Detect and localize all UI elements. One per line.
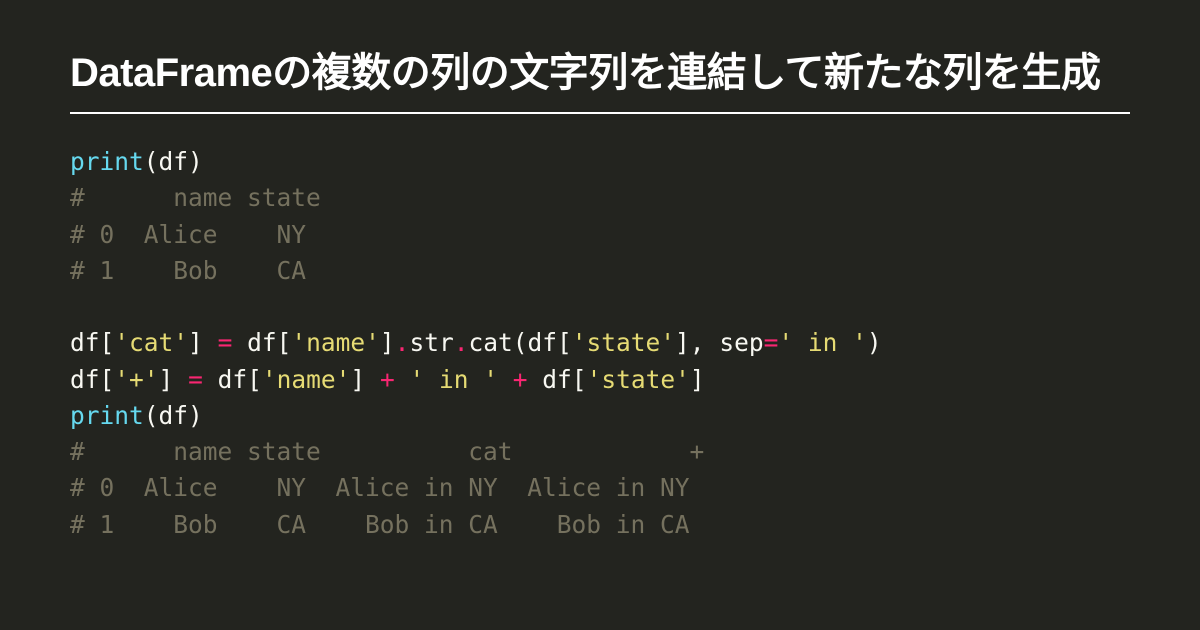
comment-row: # 0 Alice NY Alice in NY Alice in NY [70, 473, 690, 502]
str-cat: 'cat' [114, 328, 188, 357]
fn-print: print [70, 147, 144, 176]
comment-row: # name state cat + [70, 437, 704, 466]
method-cat: cat [468, 328, 512, 357]
comment-row: # 0 Alice NY [70, 220, 306, 249]
var-df: df [247, 328, 277, 357]
kw-sep: sep [719, 328, 763, 357]
str-name: 'name' [262, 365, 351, 394]
comment-row: # 1 Bob CA [70, 256, 306, 285]
attr-str: str [409, 328, 453, 357]
str-plus: '+' [114, 365, 158, 394]
page-title: DataFrameの複数の列の文字列を連結して新たな列を生成 [70, 40, 1130, 114]
var-df: df [542, 365, 572, 394]
str-sep: ' in ' [778, 328, 867, 357]
comment-row: # 1 Bob CA Bob in CA Bob in CA [70, 510, 690, 539]
arg-df: df [159, 401, 189, 430]
var-df: df [70, 365, 100, 394]
var-df: df [218, 365, 248, 394]
var-df: df [528, 328, 558, 357]
fn-print: print [70, 401, 144, 430]
comment-row: # name state [70, 183, 321, 212]
arg-df: df [159, 147, 189, 176]
str-state: 'state' [587, 365, 690, 394]
str-name: 'name' [291, 328, 380, 357]
str-in: ' in ' [409, 365, 498, 394]
var-df: df [70, 328, 100, 357]
str-state: 'state' [572, 328, 675, 357]
code-block: print(df) # name state # 0 Alice NY # 1 … [70, 144, 1130, 543]
